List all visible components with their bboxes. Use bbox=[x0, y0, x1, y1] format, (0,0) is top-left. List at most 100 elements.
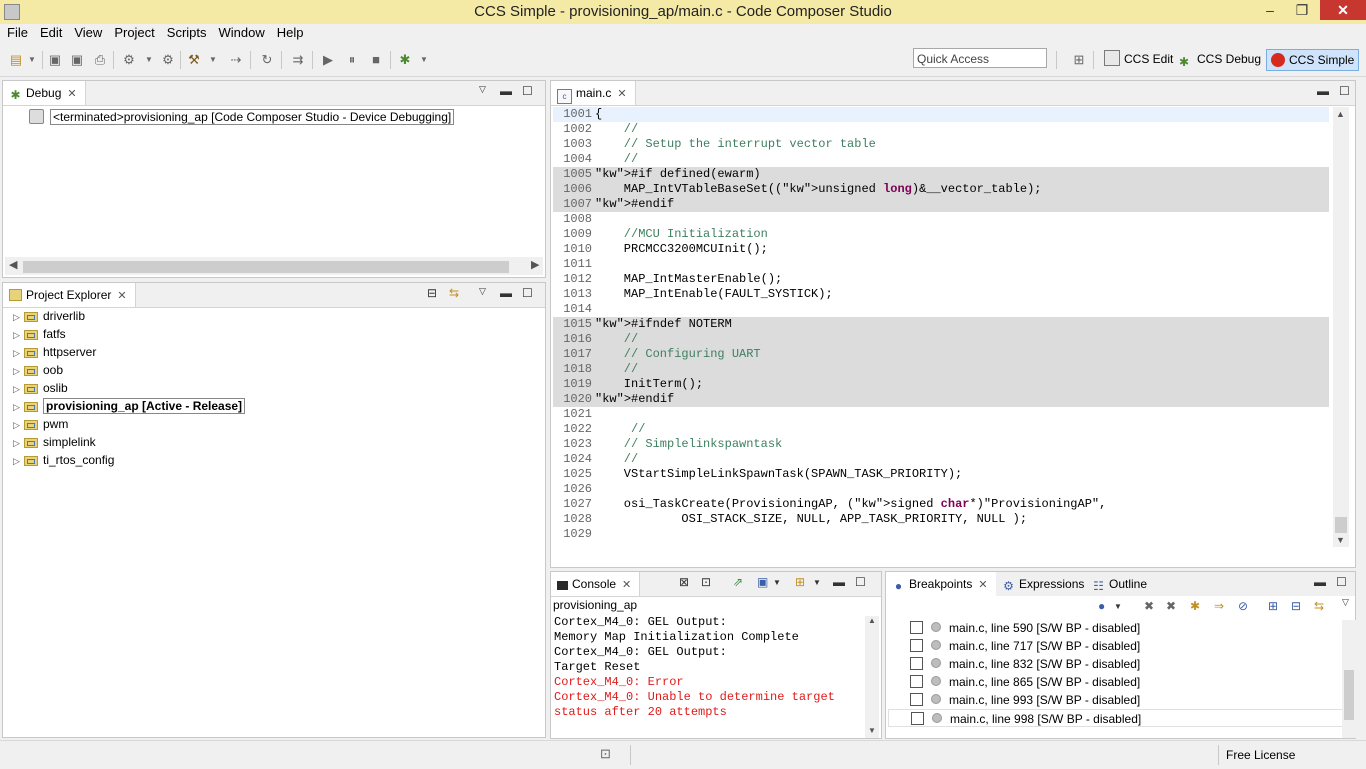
breakpoint-checkbox[interactable] bbox=[910, 657, 923, 670]
maximize-view-icon[interactable]: ☐ bbox=[855, 575, 866, 589]
breakpoint-item[interactable]: main.c, line 832 [S/W BP - disabled] bbox=[910, 655, 1140, 673]
minimize-view-icon[interactable]: ▬ bbox=[833, 575, 845, 589]
code-line[interactable]: 1004 // bbox=[553, 152, 1329, 167]
expand-icon[interactable]: ▷ bbox=[13, 344, 23, 362]
close-tab-icon[interactable]: ✕ bbox=[622, 579, 631, 591]
code-line[interactable]: 1001{ bbox=[553, 107, 1329, 122]
menu-help[interactable]: Help bbox=[271, 24, 310, 42]
breakpoint-item[interactable]: main.c, line 865 [S/W BP - disabled] bbox=[910, 673, 1140, 691]
code-line[interactable]: 1012 MAP_IntMasterEnable(); bbox=[553, 272, 1329, 287]
tab-project-explorer[interactable]: Project Explorer ✕ bbox=[3, 283, 136, 307]
code-line[interactable]: 1019 InitTerm(); bbox=[553, 377, 1329, 392]
close-button[interactable]: ✕ bbox=[1320, 0, 1366, 20]
save-all-icon[interactable]: ▣ bbox=[69, 52, 85, 68]
tab-breakpoints[interactable]: ● Breakpoints ✕ bbox=[886, 572, 997, 596]
build-config-dropdown-icon[interactable]: ▼ bbox=[141, 52, 157, 68]
close-tab-icon[interactable]: ✕ bbox=[117, 290, 126, 302]
new-dropdown-icon[interactable]: ▼ bbox=[24, 52, 40, 68]
link-icon[interactable]: ⇆ bbox=[1314, 599, 1324, 613]
code-line[interactable]: 1014 bbox=[553, 302, 1329, 317]
code-line[interactable]: 1013 MAP_IntEnable(FAULT_SYSTICK); bbox=[553, 287, 1329, 302]
maximize-view-icon[interactable]: ☐ bbox=[522, 84, 533, 98]
code-line[interactable]: 1026 bbox=[553, 482, 1329, 497]
code-line[interactable]: 1005 "kw">#if defined(ewarm) bbox=[553, 167, 1329, 182]
tab-debug[interactable]: ✱ Debug ✕ bbox=[3, 81, 86, 105]
breakpoint-checkbox[interactable] bbox=[910, 675, 923, 688]
scroll-up-icon[interactable]: ▲ bbox=[868, 616, 876, 625]
breakpoint-item[interactable]: main.c, line 998 [S/W BP - disabled] bbox=[888, 709, 1343, 727]
code-line[interactable]: 1021 bbox=[553, 407, 1329, 422]
skip-all-icon[interactable]: ⊘ bbox=[1238, 599, 1248, 613]
scroll-right-icon[interactable]: ▶ bbox=[531, 258, 539, 271]
status-icon[interactable]: ⊡ bbox=[600, 746, 611, 762]
perspective-ccs-edit[interactable]: CCS Edit bbox=[1100, 49, 1177, 69]
quick-access-input[interactable]: Quick Access bbox=[913, 48, 1047, 68]
scroll-thumb[interactable] bbox=[23, 261, 509, 273]
minimize-view-icon[interactable]: ▬ bbox=[1317, 84, 1329, 98]
remove-icon[interactable]: ✖ bbox=[1144, 599, 1154, 613]
pin-console-icon[interactable]: ⇗ bbox=[733, 575, 743, 589]
maximize-view-icon[interactable]: ☐ bbox=[1336, 575, 1347, 589]
code-line[interactable]: 1010 PRCMCC3200MCUInit(); bbox=[553, 242, 1329, 257]
breakpoint-checkbox[interactable] bbox=[910, 639, 923, 652]
show-breakpoints-icon[interactable]: ✱ bbox=[1190, 599, 1200, 613]
expand-icon[interactable]: ▷ bbox=[13, 362, 23, 380]
open-console-icon[interactable]: ⊞ bbox=[795, 575, 805, 589]
close-tab-icon[interactable]: ✕ bbox=[617, 88, 626, 100]
new-breakpoint-dropdown-icon[interactable]: ▼ bbox=[1114, 602, 1122, 611]
collapse-all-icon[interactable]: ⊟ bbox=[1291, 599, 1301, 613]
code-line[interactable]: 1008 bbox=[553, 212, 1329, 227]
project-httpserver[interactable]: ▷ httpserver bbox=[13, 343, 96, 361]
display-dropdown-icon[interactable]: ▼ bbox=[773, 578, 781, 587]
build-hammer-icon[interactable]: ⚒ bbox=[186, 52, 202, 68]
editor-vertical-scrollbar[interactable]: ▲ ▼ bbox=[1333, 107, 1349, 547]
menu-view[interactable]: View bbox=[68, 24, 108, 42]
print-icon[interactable]: ⎙ bbox=[92, 52, 108, 68]
code-line[interactable]: 1028 OSI_STACK_SIZE, NULL, APP_TASK_PRIO… bbox=[553, 512, 1329, 527]
view-menu-icon[interactable]: ▽ bbox=[1342, 597, 1349, 608]
menu-scripts[interactable]: Scripts bbox=[161, 24, 213, 42]
code-line[interactable]: 1022 // bbox=[553, 422, 1329, 437]
code-line[interactable]: 1024 // bbox=[553, 452, 1329, 467]
view-menu-icon[interactable]: ▽ bbox=[479, 286, 486, 297]
scroll-down-icon[interactable]: ▼ bbox=[868, 726, 876, 735]
link-editor-icon[interactable]: ⇆ bbox=[449, 286, 459, 300]
minimize-button[interactable]: – bbox=[1256, 0, 1284, 20]
breakpoint-item[interactable]: main.c, line 590 [S/W BP - disabled] bbox=[910, 619, 1140, 637]
code-line[interactable]: 1015 "kw">#ifndef NOTERM bbox=[553, 317, 1329, 332]
code-line[interactable]: 1016 // bbox=[553, 332, 1329, 347]
console-vertical-scrollbar[interactable]: ▲ ▼ bbox=[865, 616, 879, 738]
expand-icon[interactable]: ▷ bbox=[13, 398, 23, 416]
build-dropdown-icon[interactable]: ▼ bbox=[205, 52, 221, 68]
project-fatfs[interactable]: ▷ fatfs bbox=[13, 325, 66, 343]
tab-main-c[interactable]: c main.c ✕ bbox=[551, 81, 636, 105]
display-console-icon[interactable]: ▣ bbox=[757, 575, 768, 589]
clear-console-icon[interactable]: ⊠ bbox=[679, 575, 689, 589]
save-icon[interactable]: ▣ bbox=[47, 52, 63, 68]
scroll-left-icon[interactable]: ◀ bbox=[9, 258, 17, 271]
expand-icon[interactable]: ▷ bbox=[13, 416, 23, 434]
debug-config-icon[interactable]: ⚙ bbox=[160, 52, 176, 68]
close-tab-icon[interactable]: ✕ bbox=[978, 579, 987, 591]
goto-file-icon[interactable]: ⇒ bbox=[1214, 599, 1224, 613]
code-line[interactable]: 1020 "kw">#endif bbox=[553, 392, 1329, 407]
resume-icon[interactable]: ▶ bbox=[320, 52, 336, 68]
breakpoints-vertical-scrollbar[interactable] bbox=[1342, 620, 1356, 738]
console-output[interactable]: Cortex_M4_0: GEL Output: Memory Map Initi… bbox=[554, 615, 835, 720]
open-console-dropdown-icon[interactable]: ▼ bbox=[813, 578, 821, 587]
breakpoint-checkbox[interactable] bbox=[910, 693, 923, 706]
code-line[interactable]: 1006 MAP_IntVTableBaseSet(("kw">unsigned… bbox=[553, 182, 1329, 197]
debug-session-item[interactable]: <terminated>provisioning_ap [Code Compos… bbox=[29, 109, 455, 125]
maximize-view-icon[interactable]: ☐ bbox=[1339, 84, 1350, 98]
code-line[interactable]: 1025 VStartSimpleLinkSpawnTask(SPAWN_TAS… bbox=[553, 467, 1329, 482]
debug-dropdown-icon[interactable]: ▼ bbox=[416, 52, 432, 68]
view-menu-icon[interactable]: ▽ bbox=[479, 84, 486, 95]
scroll-up-icon[interactable]: ▲ bbox=[1336, 109, 1345, 119]
minimize-view-icon[interactable]: ▬ bbox=[1314, 575, 1326, 589]
debug-horizontal-scrollbar[interactable]: ◀ ▶ bbox=[5, 257, 543, 275]
remove-all-icon[interactable]: ✖ bbox=[1166, 599, 1176, 613]
project-oslib[interactable]: ▷ oslib bbox=[13, 379, 68, 397]
code-line[interactable]: 1003 // Setup the interrupt vector table bbox=[553, 137, 1329, 152]
code-line[interactable]: 1027 osi_TaskCreate(ProvisioningAP, ("kw… bbox=[553, 497, 1329, 512]
scroll-thumb[interactable] bbox=[1335, 517, 1347, 533]
